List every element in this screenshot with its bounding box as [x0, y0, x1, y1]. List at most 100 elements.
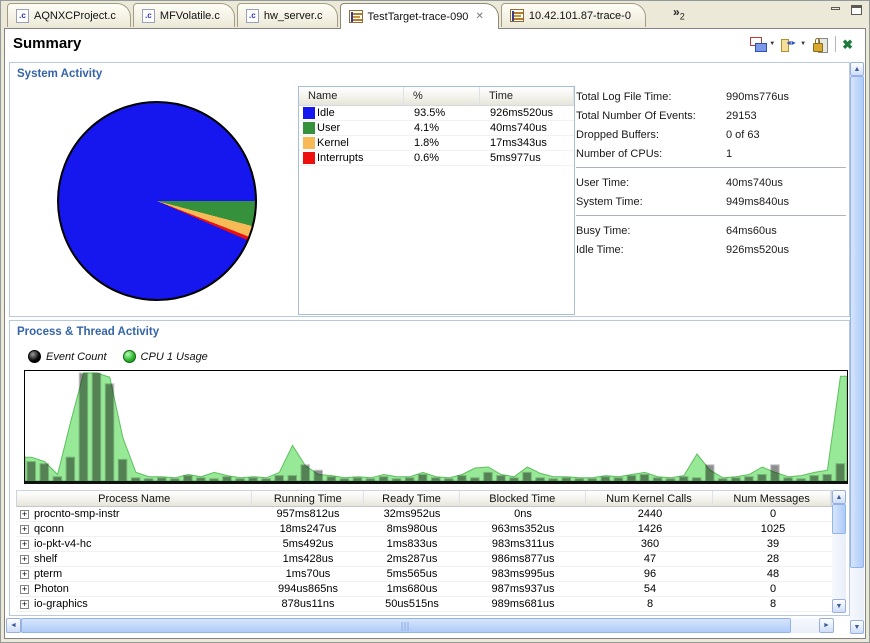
process-value-cell: 878us11ns — [281, 598, 335, 610]
editor-horizontal-scrollbar[interactable]: ◄ ► — [6, 618, 834, 633]
color-swatch-icon — [303, 107, 315, 119]
scroll-left-arrow[interactable]: ◄ — [6, 618, 21, 633]
stat-label: Number of CPUs: — [576, 147, 663, 160]
process-column-header[interactable]: Process Name — [17, 491, 253, 506]
scroll-thumb[interactable] — [21, 618, 791, 633]
cpu-usage-row[interactable]: User 4.1% 40ms740us — [299, 121, 574, 136]
process-value-cell: 983ms311us — [491, 538, 555, 550]
process-column-header[interactable]: Ready Time — [364, 491, 460, 506]
process-value-cell: 5ms492us — [282, 538, 334, 550]
scroll-thumb[interactable] — [850, 76, 864, 568]
lock-layout-button[interactable] — [812, 37, 829, 53]
cpu-usage-row[interactable]: Idle 93.5% 926ms520us — [299, 106, 574, 121]
expand-icon[interactable]: + — [20, 569, 29, 579]
minimize-button[interactable] — [829, 5, 842, 16]
cpu-name: User — [317, 122, 341, 134]
process-column-header[interactable]: Blocked Time — [460, 491, 586, 506]
scroll-down-arrow[interactable]: ▼ — [850, 620, 864, 634]
cpu-usage-row[interactable]: Interrupts 0.6% 5ms977us — [299, 151, 574, 166]
process-value-cell: 8 — [769, 598, 777, 610]
process-value-cell: 1ms70us — [285, 568, 331, 580]
process-value-cell: 39 — [766, 538, 780, 550]
process-name-cell: + Photon — [16, 583, 252, 595]
process-table-row[interactable]: + shelf 1ms428us 2ms287us 986ms877us 47 28 — [16, 552, 832, 567]
activity-chart-legend: Event Count CPU 1 Usage — [28, 350, 208, 363]
editor-tab[interactable]: .c hw_server.c — [236, 3, 338, 27]
process-name-cell: + pterm — [16, 568, 252, 580]
dropdown-arrow-icon[interactable]: ▼ — [800, 41, 806, 47]
scroll-down-arrow[interactable]: ▼ — [832, 599, 846, 613]
process-table-row[interactable]: + Photon 994us865ns 1ms680us 987ms937us 54 0 — [16, 582, 832, 597]
tab-close-icon[interactable]: ✕ — [475, 11, 483, 22]
stat-row: Total Number Of Events: 29153 — [576, 106, 846, 125]
process-value-cell: 5ms565us — [386, 568, 438, 580]
cpu-column-header[interactable]: Name — [299, 87, 404, 105]
tab-overflow-chevron[interactable]: »2 — [673, 5, 685, 21]
expand-icon[interactable]: + — [20, 599, 29, 609]
stat-value: 0 of 63 — [726, 128, 760, 141]
editor-tab[interactable]: 10.42.101.87-trace-0 — [500, 3, 646, 27]
process-table-row[interactable]: + io-graphics 878us11ns 50us515ns 989ms681us… — [16, 597, 832, 612]
process-column-header[interactable]: Num Messages — [713, 491, 831, 506]
cpu-usage-marker-icon — [122, 350, 136, 363]
process-table-row[interactable]: + io-pkt-v4-hc 5ms492us 1ms833us 983ms311us 3… — [16, 537, 832, 552]
stat-label: Idle Time: — [576, 243, 624, 256]
maximize-button[interactable] — [850, 5, 863, 16]
stat-label: Dropped Buffers: — [576, 128, 659, 141]
scroll-thumb[interactable] — [832, 504, 846, 534]
stats-separator — [576, 215, 846, 216]
scroll-up-arrow[interactable]: ▲ — [850, 62, 864, 76]
cpu-column-header[interactable]: Time — [480, 87, 574, 105]
stat-label: System Time: — [576, 195, 643, 208]
process-table-row[interactable]: + qconn 18ms247us 8ms980us 963ms352us 1426 102… — [16, 522, 832, 537]
stat-value: 1 — [726, 147, 733, 160]
stat-value: 40ms740us — [726, 176, 783, 189]
process-table-scrollbar[interactable]: ▲ ▼ — [832, 490, 846, 613]
close-summary-button[interactable]: ✖ — [842, 37, 853, 52]
cpu-column-header[interactable]: % — [404, 87, 480, 105]
editor-tab[interactable]: TestTarget-trace-090 ✕ — [339, 3, 499, 29]
dropdown-arrow-icon[interactable]: ▼ — [769, 41, 775, 47]
pane-orientation-button[interactable]: ▼ — [781, 37, 806, 52]
process-value-cell: 8ms980us — [386, 523, 438, 535]
process-value-cell: 983ms995us — [491, 568, 555, 580]
activity-histogram-chart[interactable] — [24, 370, 848, 484]
stat-row: Idle Time: 926ms520us — [576, 240, 846, 259]
stat-value: 29153 — [726, 109, 757, 122]
expand-icon[interactable]: + — [20, 539, 29, 549]
scroll-up-arrow[interactable]: ▲ — [832, 490, 846, 504]
process-name: shelf — [34, 553, 58, 565]
expand-icon[interactable]: + — [20, 584, 29, 594]
editor-tab[interactable]: .c AQNXCProject.c — [7, 3, 131, 27]
editor-tab[interactable]: .c MFVolatile.c — [132, 3, 235, 27]
process-name-cell: + procnto-smp-instr — [16, 508, 252, 520]
process-value-cell: 2440 — [637, 508, 663, 520]
process-table-row[interactable]: + procnto-smp-instr 957ms812us 32ms952us 0ns… — [16, 507, 832, 522]
editor-vertical-scrollbar[interactable]: ▲ ▼ — [850, 62, 864, 634]
process-column-header[interactable]: Num Kernel Calls — [586, 491, 714, 506]
expand-icon[interactable]: + — [20, 524, 29, 534]
tab-label: 10.42.101.87-trace-0 — [528, 9, 631, 22]
process-value-cell: 32ms952us — [383, 508, 441, 520]
stat-row: System Time: 949ms840us — [576, 192, 846, 211]
scroll-grip-icon — [401, 622, 411, 631]
page-title: Summary — [13, 35, 82, 52]
c-file-icon: .c — [16, 8, 29, 23]
trace-statistics: Total Log File Time: 990ms776us Total Numb… — [576, 87, 846, 259]
view-mode-button[interactable]: ▼ — [750, 36, 775, 52]
cpu-name: Idle — [317, 107, 335, 119]
process-column-header[interactable]: Running Time — [252, 491, 365, 506]
process-table-row[interactable]: + pterm 1ms70us 5ms565us 983ms995us 96 48 — [16, 567, 832, 582]
legend-item-event-count: Event Count — [28, 350, 107, 363]
close-icon: ✖ — [842, 36, 853, 52]
process-value-cell: 0ns — [514, 508, 532, 520]
trace-file-icon — [348, 10, 363, 23]
cpu-usage-row[interactable]: Kernel 1.8% 17ms343us — [299, 136, 574, 151]
process-thread-activity-title: Process & Thread Activity — [17, 326, 160, 338]
process-value-cell: 994us865ns — [278, 583, 338, 595]
expand-icon[interactable]: + — [20, 509, 29, 519]
tab-label: hw_server.c — [263, 9, 323, 22]
process-value-cell: 8 — [646, 598, 654, 610]
scroll-right-arrow[interactable]: ► — [819, 618, 834, 633]
expand-icon[interactable]: + — [20, 554, 29, 564]
